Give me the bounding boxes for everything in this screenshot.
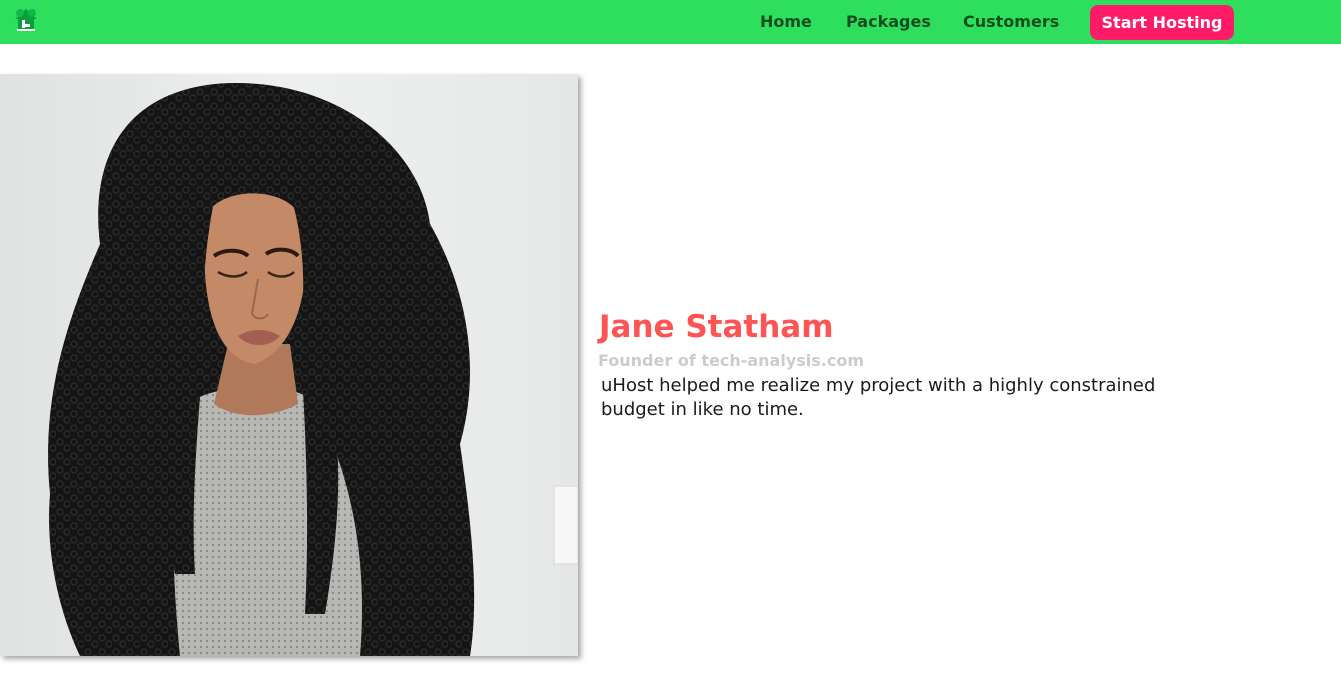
nav-packages-link[interactable]: Packages <box>846 12 931 31</box>
customer-photo <box>0 74 578 656</box>
testimonial-quote: uHost helped me realize my project with … <box>601 375 1156 420</box>
customer-subtitle: Founder of tech-analysis.com <box>598 351 865 370</box>
main-header: Home Packages Customers Start Hosting <box>0 0 1341 44</box>
nav-customers-link[interactable]: Customers <box>963 12 1059 31</box>
customer-name: Jane Statham <box>599 309 834 345</box>
main-nav: Home Packages Customers Start Hosting <box>0 0 1341 44</box>
customer-portrait-image <box>0 74 578 656</box>
start-hosting-button[interactable]: Start Hosting <box>1090 5 1234 40</box>
nav-home-link[interactable]: Home <box>760 12 812 31</box>
